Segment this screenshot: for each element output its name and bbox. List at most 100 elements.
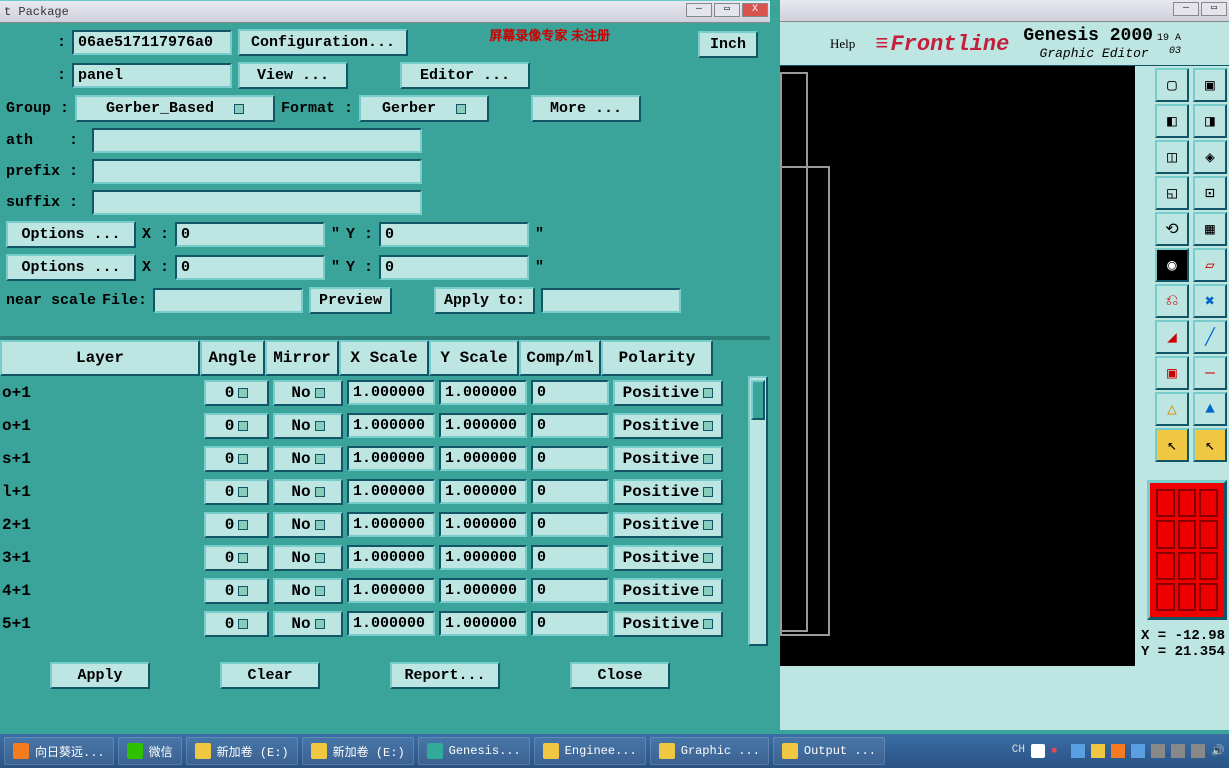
format-dropdown[interactable]: Gerber [359, 95, 489, 122]
group-dropdown[interactable]: Gerber_Based [75, 95, 275, 122]
report-button[interactable]: Report... [390, 662, 500, 689]
prefix-field[interactable] [92, 159, 422, 184]
taskbar-item[interactable]: 向日葵远... [4, 737, 114, 765]
taskbar-item[interactable]: 微信 [118, 737, 182, 765]
tool-icon[interactable]: △ [1155, 392, 1189, 426]
taskbar-item[interactable]: Output ... [773, 737, 885, 765]
polarity-dropdown[interactable]: Positive [613, 578, 723, 604]
editor-button[interactable]: Editor ... [400, 62, 530, 89]
polarity-dropdown[interactable]: Positive [613, 479, 723, 505]
yscale-field[interactable] [439, 545, 527, 570]
taskbar-item[interactable]: Enginee... [534, 737, 646, 765]
angle-dropdown[interactable]: 0 [204, 479, 269, 505]
minimize-button[interactable]: — [686, 3, 712, 17]
comp-field[interactable] [531, 413, 609, 438]
mirror-dropdown[interactable]: No [273, 545, 343, 571]
tool-icon[interactable]: ◧ [1155, 104, 1189, 138]
angle-dropdown[interactable]: 0 [204, 545, 269, 571]
xscale-field[interactable] [347, 578, 435, 603]
tool-icon[interactable]: — [1193, 356, 1227, 390]
tray-icon[interactable]: ✖ [1051, 744, 1065, 758]
minimize-button[interactable]: — [1173, 2, 1199, 16]
taskbar-item[interactable]: 新加卷 (E:) [186, 737, 298, 765]
suffix-field[interactable] [92, 190, 422, 215]
yscale-field[interactable] [439, 578, 527, 603]
cursor-tool-icon[interactable]: ↖ [1155, 428, 1189, 462]
tool-icon[interactable]: ▱ [1193, 248, 1227, 282]
tool-icon[interactable]: ◉ [1155, 248, 1189, 282]
lang-indicator[interactable]: CH [1012, 744, 1025, 758]
tray-icon[interactable] [1191, 744, 1205, 758]
options1-button[interactable]: Options ... [6, 221, 136, 248]
angle-dropdown[interactable]: 0 [204, 380, 269, 406]
tool-icon[interactable]: ▲ [1193, 392, 1227, 426]
taskbar-item[interactable]: 新加卷 (E:) [302, 737, 414, 765]
angle-dropdown[interactable]: 0 [204, 578, 269, 604]
tray-icon[interactable] [1171, 744, 1185, 758]
xscale-field[interactable] [347, 413, 435, 438]
tray-icon[interactable] [1071, 744, 1085, 758]
comp-field[interactable] [531, 611, 609, 636]
tray-icon[interactable] [1111, 744, 1125, 758]
tool-icon[interactable]: ▣ [1193, 68, 1227, 102]
more-button[interactable]: More ... [531, 95, 641, 122]
maximize-button[interactable]: ▭ [1201, 2, 1227, 16]
mirror-dropdown[interactable]: No [273, 611, 343, 637]
help-menu[interactable]: Help [830, 36, 855, 52]
xscale-field[interactable] [347, 512, 435, 537]
comp-field[interactable] [531, 512, 609, 537]
polarity-dropdown[interactable]: Positive [613, 446, 723, 472]
yscale-field[interactable] [439, 380, 527, 405]
tool-icon[interactable]: ✖ [1193, 284, 1227, 318]
tool-icon[interactable]: ▦ [1193, 212, 1227, 246]
apply-button[interactable]: Apply [50, 662, 150, 689]
yscale-field[interactable] [439, 479, 527, 504]
tray-icon[interactable] [1131, 744, 1145, 758]
maximize-button[interactable]: ▭ [714, 3, 740, 17]
angle-dropdown[interactable]: 0 [204, 413, 269, 439]
comp-field[interactable] [531, 578, 609, 603]
angle-dropdown[interactable]: 0 [204, 512, 269, 538]
options2-button[interactable]: Options ... [6, 254, 136, 281]
apply-to-field[interactable] [541, 288, 681, 313]
mirror-dropdown[interactable]: No [273, 413, 343, 439]
configuration-button[interactable]: Configuration... [238, 29, 408, 56]
xscale-field[interactable] [347, 380, 435, 405]
x1-field[interactable] [175, 222, 325, 247]
comp-field[interactable] [531, 545, 609, 570]
tool-icon[interactable]: ◢ [1155, 320, 1189, 354]
yscale-field[interactable] [439, 446, 527, 471]
mirror-dropdown[interactable]: No [273, 479, 343, 505]
polarity-dropdown[interactable]: Positive [613, 380, 723, 406]
tool-icon[interactable]: ╱ [1193, 320, 1227, 354]
tool-icon[interactable]: ⎌ [1155, 284, 1189, 318]
tool-icon[interactable]: ▢ [1155, 68, 1189, 102]
angle-dropdown[interactable]: 0 [204, 446, 269, 472]
xscale-field[interactable] [347, 611, 435, 636]
comp-field[interactable] [531, 380, 609, 405]
xscale-field[interactable] [347, 545, 435, 570]
tool-icon[interactable]: ◨ [1193, 104, 1227, 138]
tray-icon[interactable] [1151, 744, 1165, 758]
x2-field[interactable] [175, 255, 325, 280]
comp-field[interactable] [531, 446, 609, 471]
mirror-dropdown[interactable]: No [273, 578, 343, 604]
close-window-button[interactable]: X [742, 3, 768, 17]
scrollbar-thumb[interactable] [751, 380, 765, 420]
polarity-dropdown[interactable]: Positive [613, 545, 723, 571]
y1-field[interactable] [379, 222, 529, 247]
mirror-dropdown[interactable]: No [273, 446, 343, 472]
yscale-field[interactable] [439, 512, 527, 537]
xscale-field[interactable] [347, 479, 435, 504]
tray-icon[interactable] [1091, 744, 1105, 758]
step-field[interactable] [72, 63, 232, 88]
tool-icon[interactable]: ◫ [1155, 140, 1189, 174]
comp-field[interactable] [531, 479, 609, 504]
tray-icon[interactable] [1031, 744, 1045, 758]
tool-icon[interactable]: ▣ [1155, 356, 1189, 390]
tool-icon[interactable]: ⟲ [1155, 212, 1189, 246]
polarity-dropdown[interactable]: Positive [613, 512, 723, 538]
view-button[interactable]: View ... [238, 62, 348, 89]
panel-preview[interactable] [1147, 480, 1227, 620]
file-field[interactable] [153, 288, 303, 313]
